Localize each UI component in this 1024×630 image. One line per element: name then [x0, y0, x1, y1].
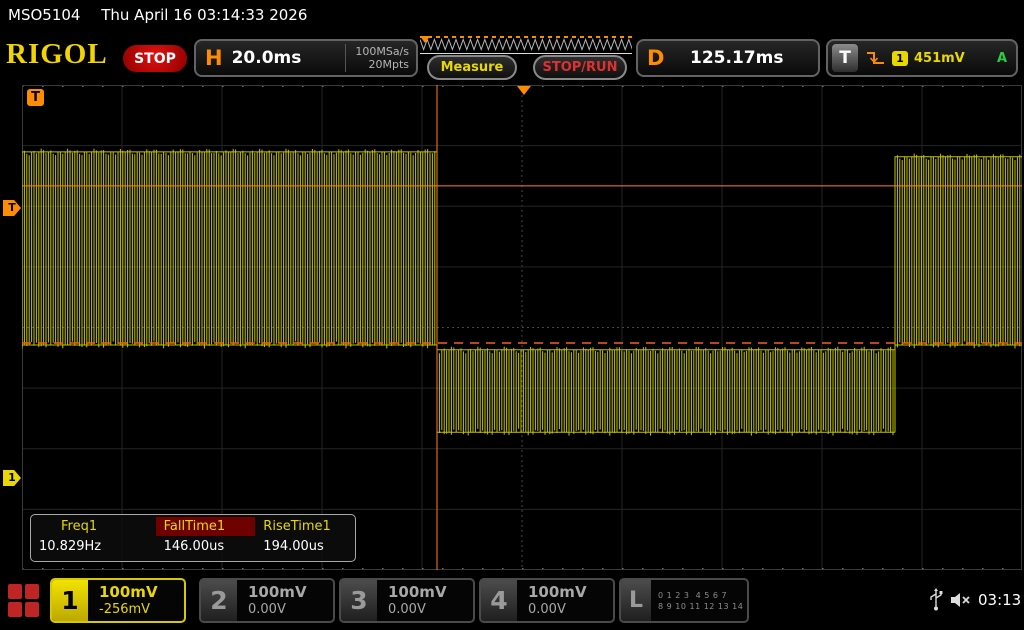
model-name: MSO5104 — [8, 6, 80, 24]
channel4-values: 100mV 0.00V — [517, 583, 587, 619]
measurement-name: FallTime1 — [156, 517, 256, 536]
horizontal-label: H — [205, 46, 223, 70]
channel1-offset-marker[interactable]: 1 — [3, 470, 21, 486]
menu-grid-square — [8, 602, 22, 617]
channel3-number: 3 — [341, 580, 377, 621]
channel3-offset: 0.00V — [388, 601, 447, 619]
channel2-number: 2 — [201, 580, 237, 621]
usb-icon — [929, 588, 943, 612]
measurement-freq[interactable]: Freq1 10.829Hz — [31, 517, 156, 557]
channel1-number: 1 — [52, 580, 88, 621]
trigger-slope-icon — [866, 49, 886, 67]
channel4-number: 4 — [481, 580, 517, 621]
menu-button[interactable] — [8, 584, 39, 617]
trigger-level-marker[interactable]: T — [3, 200, 21, 216]
channel2-scale: 100mV — [248, 583, 307, 601]
channel2-box[interactable]: 2 100mV 0.00V — [199, 578, 335, 623]
measurement-value: 146.00us — [156, 536, 256, 557]
memory-depth: 20Mpts — [355, 58, 409, 71]
channel2-offset: 0.00V — [248, 601, 307, 619]
horizontal-timebase-panel[interactable]: H 20.0ms 100MSa/s 20Mpts — [194, 39, 418, 77]
clock-text: 03:13 — [978, 591, 1021, 609]
measurement-value: 194.00us — [255, 536, 355, 557]
trigger-source-badge: 1 — [892, 51, 908, 66]
channel1-box[interactable]: 1 100mV -256mV — [50, 578, 186, 623]
menu-grid-square — [25, 602, 39, 617]
logic-row2: 8 9 10 11 12 13 14 15 — [658, 601, 749, 612]
trigger-label: T — [832, 44, 858, 72]
channel1-scale: 100mV — [99, 583, 158, 601]
measurement-name: RiseTime1 — [255, 517, 355, 536]
channel4-scale: 100mV — [528, 583, 587, 601]
channel4-box[interactable]: 4 100mV 0.00V — [479, 578, 615, 623]
channel3-scale: 100mV — [388, 583, 447, 601]
measurement-risetime[interactable]: RiseTime1 194.00us — [255, 517, 355, 557]
rigol-logo: RIGOL — [6, 38, 108, 71]
timebase-value: 20.0ms — [232, 48, 302, 68]
speaker-mute-icon[interactable] — [949, 590, 973, 610]
sample-rate: 100MSa/s — [355, 45, 409, 58]
trigger-position-marker[interactable] — [517, 86, 531, 95]
titlebar: MSO5104 Thu April 16 03:14:33 2026 — [0, 0, 1024, 30]
channel3-values: 100mV 0.00V — [377, 583, 447, 619]
measurement-falltime[interactable]: FallTime1 146.00us — [156, 517, 256, 557]
trigger-level-value: 451mV — [914, 51, 965, 66]
trigger-sweep-mode: A — [997, 51, 1007, 66]
delay-label: D — [647, 46, 664, 70]
trigger-panel[interactable]: T 1 451mV A — [826, 39, 1018, 77]
logic-analyzer-box[interactable]: L 0 1 2 3 4 5 6 7 8 9 10 11 12 13 14 15 — [619, 578, 749, 623]
menu-grid-square — [25, 584, 39, 599]
waveform-canvas — [22, 85, 1022, 570]
channel3-box[interactable]: 3 100mV 0.00V — [339, 578, 475, 623]
measurement-value: 10.829Hz — [31, 536, 156, 557]
channel1-values: 100mV -256mV — [88, 583, 158, 619]
delay-panel[interactable]: D 125.17ms — [636, 39, 820, 77]
logic-label: L — [621, 580, 651, 621]
logic-channel-numbers: 0 1 2 3 4 5 6 7 8 9 10 11 12 13 14 15 — [651, 590, 749, 612]
run-state-badge: STOP — [123, 45, 187, 72]
channel2-values: 100mV 0.00V — [237, 583, 307, 619]
measurement-results-panel[interactable]: Freq1 10.829Hz FallTime1 146.00us RiseTi… — [30, 514, 356, 562]
delay-value: 125.17ms — [690, 48, 801, 68]
acquisition-info: 100MSa/s 20Mpts — [345, 44, 416, 72]
measure-button[interactable]: Measure — [427, 55, 517, 80]
channel4-offset: 0.00V — [528, 601, 587, 619]
record-preview-strip[interactable] — [420, 36, 632, 54]
measurement-name: Freq1 — [31, 517, 156, 536]
logic-row1: 0 1 2 3 4 5 6 7 — [658, 590, 749, 601]
channel1-offset: -256mV — [99, 601, 158, 619]
trigger-corner-badge: T — [27, 89, 44, 106]
record-preview-waveform — [420, 36, 632, 54]
datetime-text: Thu April 16 03:14:33 2026 — [101, 6, 307, 24]
waveform-display[interactable]: T — [22, 85, 1022, 570]
oscilloscope-screen: MSO5104 Thu April 16 03:14:33 2026 RIGOL… — [0, 0, 1024, 630]
stop-run-button[interactable]: STOP/RUN — [533, 55, 627, 80]
menu-grid-square — [8, 584, 22, 599]
